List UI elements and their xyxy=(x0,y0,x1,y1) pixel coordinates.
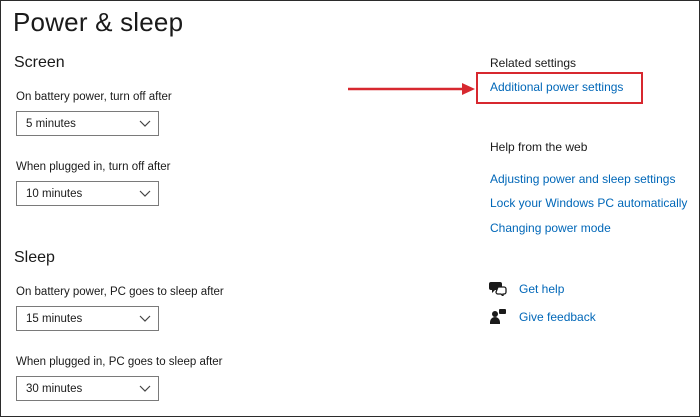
sleep-plugged-dropdown[interactable]: 30 minutes xyxy=(16,376,159,401)
chevron-down-icon xyxy=(139,120,151,127)
sleep-battery-dropdown[interactable]: 15 minutes xyxy=(16,306,159,331)
sleep-section-title: Sleep xyxy=(14,249,55,266)
chat-help-icon xyxy=(489,282,507,296)
settings-window: Power & sleep Screen On battery power, t… xyxy=(0,0,700,417)
get-help-link[interactable]: Get help xyxy=(519,282,564,296)
screen-battery-dropdown[interactable]: 5 minutes xyxy=(16,111,159,136)
related-settings-heading: Related settings xyxy=(490,56,577,70)
chevron-down-icon xyxy=(139,385,151,392)
give-feedback-link[interactable]: Give feedback xyxy=(519,310,596,324)
page-title: Power & sleep xyxy=(13,7,184,37)
screen-battery-label: On battery power, turn off after xyxy=(16,91,172,103)
screen-plugged-value: 10 minutes xyxy=(26,188,83,200)
changing-power-mode-link[interactable]: Changing power mode xyxy=(490,221,611,235)
highlight-box xyxy=(476,72,643,104)
help-from-web-heading: Help from the web xyxy=(490,140,588,154)
adjusting-power-link[interactable]: Adjusting power and sleep settings xyxy=(490,172,675,186)
sleep-plugged-value: 30 minutes xyxy=(26,383,83,395)
chevron-down-icon xyxy=(139,315,151,322)
sleep-battery-label: On battery power, PC goes to sleep after xyxy=(16,286,224,298)
lock-pc-link[interactable]: Lock your Windows PC automatically xyxy=(490,196,687,210)
annotation-arrow-icon xyxy=(348,83,475,95)
chevron-down-icon xyxy=(139,190,151,197)
sleep-battery-value: 15 minutes xyxy=(26,313,83,325)
screen-plugged-label: When plugged in, turn off after xyxy=(16,161,171,173)
person-feedback-icon xyxy=(490,309,506,324)
screen-section-title: Screen xyxy=(14,54,65,71)
screen-battery-value: 5 minutes xyxy=(26,118,76,130)
screen-plugged-dropdown[interactable]: 10 minutes xyxy=(16,181,159,206)
sleep-plugged-label: When plugged in, PC goes to sleep after xyxy=(16,356,223,368)
